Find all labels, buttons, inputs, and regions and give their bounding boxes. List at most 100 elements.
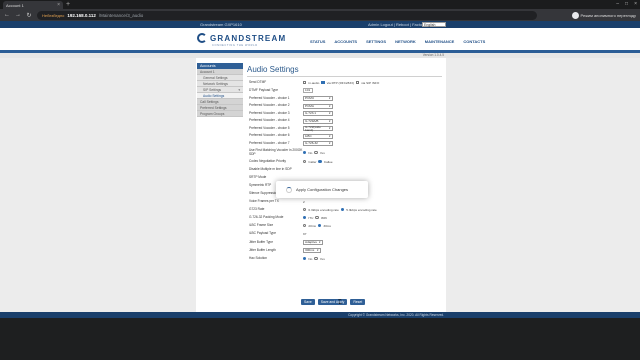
field-label: Use First Matching Vocoder in 200OK SDP: [249, 148, 303, 156]
radio-no[interactable]: [303, 256, 307, 261]
sidebar-item-label: General Settings: [203, 76, 228, 80]
row-jitter-length: Jitter Buffer Length 300ms ▼: [249, 247, 441, 254]
checkbox-in-audio[interactable]: [303, 80, 307, 85]
jitter-length-select[interactable]: 300ms ▼: [303, 248, 321, 253]
browser-tabstrip: Account 1 × + – □ ×: [0, 0, 640, 9]
address-bar: ← → ↻ Небезбедно 192.168.0.112 /Maintena…: [0, 9, 640, 21]
radio-callee[interactable]: [318, 159, 322, 164]
sidebar-item-label: Network Settings: [203, 82, 228, 86]
maximize-icon[interactable]: □: [625, 1, 628, 7]
window-close-icon[interactable]: ×: [634, 1, 637, 7]
vocoder-select[interactable]: G.723.1 ▼: [303, 111, 333, 116]
select-value: G.723.1: [305, 111, 317, 115]
chevron-down-icon: ▼: [328, 104, 331, 108]
field-label: Disable Multiple m line in SDP: [249, 166, 292, 171]
tab-title: Account 1: [6, 2, 24, 8]
radio-itu[interactable]: [303, 215, 307, 220]
row-first-matching: Use First Matching Vocoder in 200OK SDP …: [249, 148, 441, 157]
nav-status[interactable]: STATUS: [310, 39, 325, 44]
checkbox-rfc2833[interactable]: [321, 80, 325, 85]
browser-tab[interactable]: Account 1 ×: [3, 1, 63, 9]
checkbox-sip-info[interactable]: [355, 80, 360, 85]
reload-icon[interactable]: ↻: [26, 12, 32, 19]
vocoder-select[interactable]: G.726-32 ▼: [303, 141, 333, 146]
nav-accounts[interactable]: ACCOUNTS: [334, 39, 357, 44]
radio-6-3kbps[interactable]: [303, 207, 307, 212]
radio-30ms[interactable]: [317, 223, 322, 228]
field-label: Codec Negotiation Priority: [249, 158, 287, 163]
radio-20ms[interactable]: [303, 223, 307, 228]
row-vocoder-1: Preferred Vocoder - choice 1 PCMU ▼: [249, 95, 441, 102]
option-label: 6.3kbps encoding rate: [308, 207, 339, 212]
url-host: 192.168.0.112: [67, 12, 96, 18]
sidebar-item-program-groups[interactable]: Program Groups: [197, 111, 243, 117]
vocoder-select[interactable]: G.722(wide band) ▼: [303, 125, 333, 131]
row-send-dtmf: Send DTMF in-audio via RTP (RFC2833) via…: [249, 79, 441, 86]
radio-5-3kbps[interactable]: [340, 207, 345, 212]
form-actions: Save Save and Apply Reset: [301, 299, 366, 305]
sidebar-item-label: Preferred Settings: [200, 106, 227, 110]
dtmf-payload-input[interactable]: 101: [303, 88, 313, 93]
not-secure-label: Небезбедно: [42, 12, 65, 18]
nav-network[interactable]: NETWORK: [395, 39, 416, 44]
new-tab-icon[interactable]: +: [66, 1, 70, 8]
option-label: No: [308, 150, 313, 155]
row-ilbc-payload: iLBC Payload Type 97: [249, 230, 441, 237]
option-label: 20ms: [308, 223, 316, 228]
vocoder-select[interactable]: PCMA ▼: [303, 103, 333, 109]
language-select[interactable]: English: [422, 22, 446, 27]
logo: GRANDSTREAM: [197, 33, 286, 43]
device-top-bar: Grandstream GXP1610 Admin Logout | Reboo…: [0, 21, 640, 28]
voice-frames-value[interactable]: 2: [303, 200, 305, 204]
option-label: ITU: [308, 215, 314, 220]
incognito-indicator[interactable]: Режим анонимного перегляду: [571, 11, 636, 19]
row-vocoder-7: Preferred Vocoder - choice 7 G.726-32 ▼: [249, 140, 441, 147]
ilbc-payload-value[interactable]: 97: [303, 232, 306, 236]
radio-i366[interactable]: [315, 215, 319, 220]
apply-config-modal: Apply Configuration Changes: [276, 181, 368, 198]
select-value: 300ms: [305, 248, 315, 252]
field-label: Jitter Buffer Type: [249, 239, 273, 244]
loading-spinner-icon: [286, 186, 292, 193]
back-icon[interactable]: ←: [4, 12, 10, 18]
vocoder-select[interactable]: G.729A/B ▼: [303, 118, 333, 124]
radio-yes[interactable]: [303, 150, 307, 155]
url-path: /Maintenance/3_audio: [98, 12, 144, 18]
option-label: 30ms: [323, 223, 331, 228]
nav-maintenance[interactable]: MAINTENANCE: [425, 39, 455, 44]
select-value: Adaptive: [305, 240, 318, 244]
forward-icon[interactable]: →: [15, 12, 21, 18]
vocoder-select[interactable]: PCMU ▼: [303, 96, 333, 101]
reset-button[interactable]: Reset: [350, 299, 366, 305]
nav-settings[interactable]: SETTINGS: [366, 39, 386, 44]
field-label: Preferred Vocoder - choice 1: [249, 95, 290, 100]
field-label: Jitter Buffer Length: [249, 247, 276, 252]
radio-caller[interactable]: [303, 159, 307, 164]
row-disable-multiple: Disable Multiple m line in SDP: [249, 166, 441, 173]
field-label: Preferred Vocoder - choice 3: [249, 110, 290, 115]
close-icon[interactable]: ×: [57, 2, 60, 8]
option-label: Callee: [323, 159, 333, 164]
vocoder-select[interactable]: iLBC ▼: [303, 133, 333, 139]
save-and-apply-button[interactable]: Save and Apply: [317, 299, 348, 305]
row-dtmf-payload: DTMF Payload Type 101: [249, 87, 441, 94]
row-vocoder-3: Preferred Vocoder - choice 3 G.723.1 ▼: [249, 110, 441, 117]
select-value: PCMU: [305, 96, 315, 100]
save-button[interactable]: Save: [301, 299, 315, 305]
radio-no[interactable]: [314, 150, 318, 155]
row-vocoder-5: Preferred Vocoder - choice 5 G.722(wide …: [249, 125, 441, 132]
option-label: Yes: [319, 256, 325, 261]
nav-contacts[interactable]: CONTACTS: [463, 39, 485, 44]
row-voice-frames: Voice Frames per TX 2: [249, 198, 441, 205]
chevron-down-icon: ▼: [318, 241, 321, 244]
url-input[interactable]: Небезбедно 192.168.0.112 /Maintenance/3_…: [37, 10, 537, 20]
select-value: iLBC: [305, 133, 312, 138]
chevron-down-icon: ▼: [328, 119, 331, 123]
radio-yes[interactable]: [314, 256, 318, 261]
minimize-icon[interactable]: –: [616, 1, 619, 7]
option-label: in-audio: [308, 80, 320, 85]
row-vocoder-2: Preferred Vocoder - choice 2 PCMA ▼: [249, 103, 441, 110]
sidebar-item-label: SIP Settings: [203, 88, 222, 92]
modal-message: Apply Configuration Changes: [296, 187, 349, 192]
jitter-type-select[interactable]: Adaptive ▼: [303, 240, 323, 245]
